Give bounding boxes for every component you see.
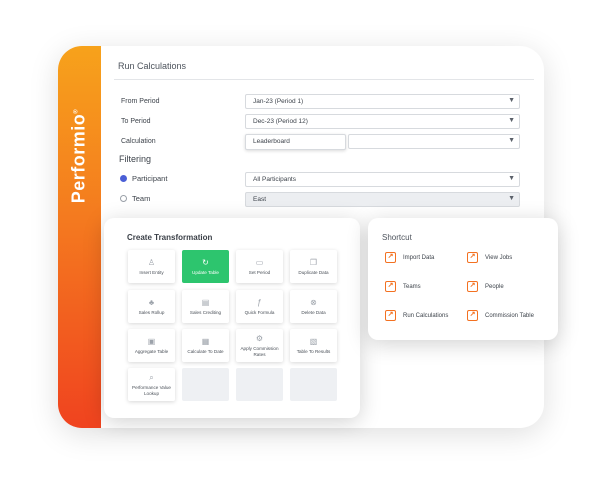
shortcut-commission-table[interactable]: ↗ Commission Table xyxy=(467,310,534,321)
chevron-down-icon: ▼ xyxy=(508,137,515,144)
tile-label: Set Period xyxy=(248,269,271,275)
refresh-icon: ↻ xyxy=(202,257,209,267)
chevron-down-icon: ▼ xyxy=(508,97,515,104)
shortcut-arrow-icon: ↗ xyxy=(385,310,396,321)
chevron-down-icon: ▼ xyxy=(508,195,515,202)
tile-insert-entity[interactable]: ♙ Insert Entity xyxy=(128,250,175,283)
to-period-value: Dec-23 (Period 12) xyxy=(253,118,308,125)
tile-placeholder xyxy=(182,368,229,401)
calculation-label: Calculation xyxy=(121,138,156,145)
tile-apply-commission-rates[interactable]: ⚙ Apply Commission Rates xyxy=(236,329,283,362)
team-radio[interactable] xyxy=(120,195,127,202)
tile-quick-formula[interactable]: ƒ Quick Formula xyxy=(236,290,283,323)
calculation-value: Leaderboard xyxy=(253,138,290,145)
tile-label: Sales Rollup xyxy=(138,309,165,315)
tile-set-period[interactable]: ▭ Set Period xyxy=(236,250,283,283)
tile-label: Delete Data xyxy=(301,309,326,315)
to-period-label: To Period xyxy=(121,118,151,125)
shortcut-card: Shortcut ↗ Import Data ↗ View Jobs ↗ Teams ↗ Pe… xyxy=(368,218,558,340)
credit-icon: ▤ xyxy=(201,297,210,307)
tile-duplicate-data[interactable]: ❐ Duplicate Data xyxy=(290,250,337,283)
gear-icon: ⚙ xyxy=(255,334,264,343)
shortcut-people[interactable]: ↗ People xyxy=(467,281,504,292)
shortcut-title: Shortcut xyxy=(382,233,412,242)
brand-sidebar: Performio® xyxy=(58,46,101,428)
hierarchy-icon: ♣ xyxy=(148,297,155,307)
from-period-select[interactable]: Jan-23 (Period 1) ▼ xyxy=(245,94,520,109)
chevron-down-icon: ▼ xyxy=(508,175,515,182)
tile-placeholder xyxy=(290,368,337,401)
tile-sales-rollup[interactable]: ♣ Sales Rollup xyxy=(128,290,175,323)
tile-label: Update Table xyxy=(192,269,219,275)
chevron-down-icon: ▼ xyxy=(508,117,515,124)
delete-icon: ⊗ xyxy=(310,297,317,307)
brand-logo: Performio® xyxy=(68,108,89,204)
search-icon: ⌕ xyxy=(149,373,154,382)
shortcut-view-jobs[interactable]: ↗ View Jobs xyxy=(467,252,512,263)
to-period-select[interactable]: Dec-23 (Period 12) ▼ xyxy=(245,114,520,129)
from-period-value: Jan-23 (Period 1) xyxy=(253,98,304,105)
shortcut-teams[interactable]: ↗ Teams xyxy=(385,281,421,292)
aggregate-icon: ▣ xyxy=(147,336,156,346)
formula-icon: ƒ xyxy=(257,297,262,307)
shortcut-arrow-icon: ↗ xyxy=(467,252,478,263)
calculation-secondary-select[interactable]: ▼ xyxy=(348,134,520,149)
results-icon: ▧ xyxy=(309,336,318,346)
shortcut-run-calculations[interactable]: ↗ Run Calculations xyxy=(385,310,448,321)
calculator-icon: ▦ xyxy=(201,336,210,346)
tile-label: Duplicate Data xyxy=(298,269,329,275)
tile-label: Aggregate Table xyxy=(134,348,169,354)
shortcut-import-data[interactable]: ↗ Import Data xyxy=(385,252,434,263)
tile-label: Apply Commission Rates xyxy=(240,346,279,357)
shortcut-arrow-icon: ↗ xyxy=(385,281,396,292)
copy-icon: ❐ xyxy=(309,257,318,267)
team-select[interactable]: East ▼ xyxy=(245,192,520,207)
shortcut-label: Commission Table xyxy=(485,312,534,319)
user-icon: ♙ xyxy=(147,257,156,267)
shortcut-arrow-icon: ↗ xyxy=(467,281,478,292)
participant-select[interactable]: All Participants ▼ xyxy=(245,172,520,187)
tile-performance-value-lookup[interactable]: ⌕ Performance Value Lookup xyxy=(128,368,175,401)
tile-placeholder xyxy=(236,368,283,401)
shortcut-label: Import Data xyxy=(403,254,435,261)
tile-aggregate-table[interactable]: ▣ Aggregate Table xyxy=(128,329,175,362)
shortcut-arrow-icon: ↗ xyxy=(385,252,396,263)
tile-label: Quick Formula xyxy=(244,309,275,315)
shortcut-label: Run Calculations xyxy=(403,312,449,319)
calculation-select[interactable]: Leaderboard xyxy=(245,134,346,150)
shortcut-label: View Jobs xyxy=(485,254,513,261)
tile-delete-data[interactable]: ⊗ Delete Data xyxy=(290,290,337,323)
page-title: Run Calculations xyxy=(118,61,187,71)
tile-calculate-to-date[interactable]: ▦ Calculate To Date xyxy=(182,329,229,362)
participant-value: All Participants xyxy=(253,176,296,183)
create-transformation-title: Create Transformation xyxy=(127,233,213,242)
shortcut-arrow-icon: ↗ xyxy=(467,310,478,321)
tile-sales-crediting[interactable]: ▤ Sales Crediting xyxy=(182,290,229,323)
team-value: East xyxy=(253,196,267,203)
tile-label: Performance Value Lookup xyxy=(132,385,171,396)
tile-label: Sales Crediting xyxy=(189,309,222,315)
shortcut-label: People xyxy=(485,283,504,290)
tile-label: Insert Entity xyxy=(139,269,164,275)
tile-table-to-results[interactable]: ▧ Table To Results xyxy=(290,329,337,362)
filtering-heading: Filtering xyxy=(119,154,152,164)
tile-label: Calculate To Date xyxy=(187,348,224,354)
create-transformation-card: Create Transformation ♙ Insert Entity ↻ Upd… xyxy=(104,218,360,418)
from-period-label: From Period xyxy=(121,98,160,105)
tile-label: Table To Results xyxy=(296,348,331,354)
participant-label: Participant xyxy=(132,174,168,183)
participant-radio[interactable] xyxy=(120,175,127,182)
calendar-icon: ▭ xyxy=(255,257,264,267)
title-divider xyxy=(114,79,534,80)
team-label: Team xyxy=(132,194,151,203)
tile-update-table[interactable]: ↻ Update Table xyxy=(182,250,229,283)
shortcut-label: Teams xyxy=(403,283,421,290)
